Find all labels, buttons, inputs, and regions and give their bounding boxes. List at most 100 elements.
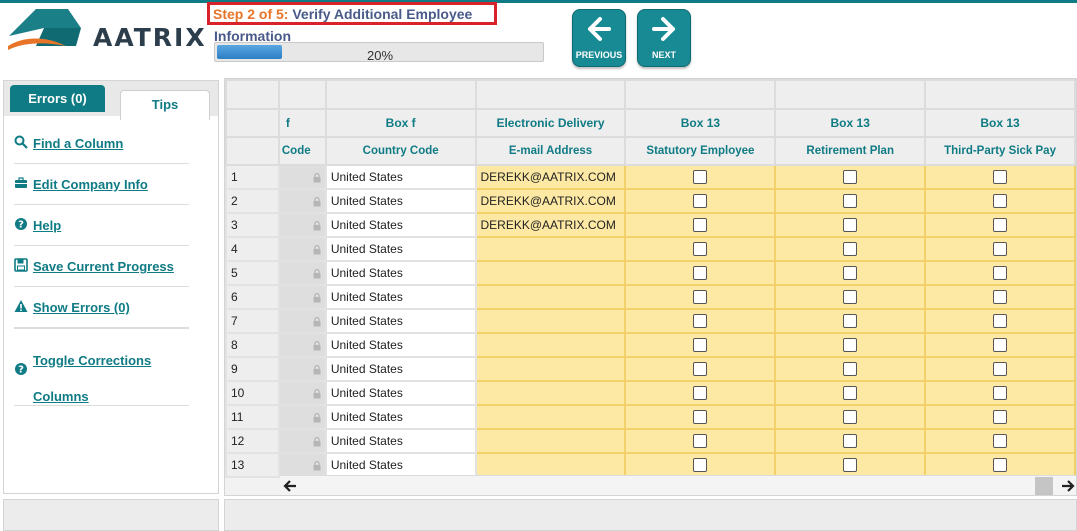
- column-header[interactable]: Box f: [324, 108, 477, 138]
- tip-help[interactable]: ? Help: [14, 205, 189, 246]
- checkbox-cell: [924, 188, 1076, 214]
- statutory-employee-checkbox[interactable]: [693, 290, 708, 305]
- scroll-left-icon[interactable]: [283, 478, 299, 494]
- country-code-cell[interactable]: United States: [324, 428, 477, 454]
- third-party-sick-pay-checkbox[interactable]: [993, 218, 1008, 233]
- third-party-sick-pay-checkbox[interactable]: [993, 170, 1008, 185]
- statutory-employee-checkbox[interactable]: [693, 338, 708, 353]
- statutory-employee-checkbox[interactable]: [693, 242, 708, 257]
- horizontal-scrollbar[interactable]: [280, 475, 1076, 495]
- email-cell[interactable]: [474, 356, 627, 382]
- tip-label: Show Errors (0): [33, 300, 130, 315]
- statutory-employee-checkbox[interactable]: [693, 170, 708, 185]
- tab-tips[interactable]: Tips: [120, 90, 210, 120]
- column-header[interactable]: Country Code: [324, 136, 477, 166]
- column-header[interactable]: Statutory Employee: [624, 136, 777, 166]
- third-party-sick-pay-checkbox[interactable]: [993, 242, 1008, 257]
- next-button[interactable]: NEXT: [637, 9, 691, 67]
- column-header[interactable]: Retirement Plan: [774, 136, 927, 166]
- third-party-sick-pay-checkbox[interactable]: [993, 338, 1008, 353]
- third-party-sick-pay-checkbox[interactable]: [993, 266, 1008, 281]
- email-cell[interactable]: [474, 452, 627, 478]
- column-header[interactable]: f: [277, 108, 327, 138]
- retirement-plan-checkbox[interactable]: [843, 410, 858, 425]
- statutory-employee-checkbox[interactable]: [693, 386, 708, 401]
- email-cell[interactable]: [474, 380, 627, 406]
- country-code-cell[interactable]: United States: [324, 308, 477, 334]
- country-code-cell[interactable]: United States: [324, 404, 477, 430]
- statutory-employee-checkbox[interactable]: [693, 314, 708, 329]
- tab-errors[interactable]: Errors (0): [10, 85, 105, 112]
- statutory-employee-checkbox[interactable]: [693, 266, 708, 281]
- email-cell[interactable]: [474, 332, 627, 358]
- scrollbar-thumb[interactable]: [1035, 477, 1053, 495]
- tip-toggle-corrections[interactable]: ? Toggle Corrections Columns: [14, 328, 189, 406]
- retirement-plan-checkbox[interactable]: [843, 434, 858, 449]
- statutory-employee-checkbox[interactable]: [693, 194, 708, 209]
- retirement-plan-checkbox[interactable]: [843, 170, 858, 185]
- third-party-sick-pay-checkbox[interactable]: [993, 290, 1008, 305]
- email-cell[interactable]: [474, 428, 627, 454]
- retirement-plan-checkbox[interactable]: [843, 218, 858, 233]
- row-number: 11: [225, 404, 280, 430]
- statutory-employee-checkbox[interactable]: [693, 434, 708, 449]
- row-number: 2: [225, 188, 280, 214]
- retirement-plan-checkbox[interactable]: [843, 386, 858, 401]
- third-party-sick-pay-checkbox[interactable]: [993, 194, 1008, 209]
- country-code-cell[interactable]: United States: [324, 284, 477, 310]
- third-party-sick-pay-checkbox[interactable]: [993, 410, 1008, 425]
- email-cell[interactable]: DEREKK@AATRIX.COM: [474, 212, 627, 238]
- country-code-cell[interactable]: United States: [324, 452, 477, 478]
- third-party-sick-pay-checkbox[interactable]: [993, 458, 1008, 473]
- third-party-sick-pay-checkbox[interactable]: [993, 314, 1008, 329]
- country-code-cell[interactable]: United States: [324, 236, 477, 262]
- retirement-plan-checkbox[interactable]: [843, 266, 858, 281]
- column-header[interactable]: Electronic Delivery: [474, 108, 627, 138]
- retirement-plan-checkbox[interactable]: [843, 338, 858, 353]
- country-code-cell[interactable]: United States: [324, 212, 477, 238]
- email-cell[interactable]: [474, 236, 627, 262]
- retirement-plan-checkbox[interactable]: [843, 242, 858, 257]
- checkbox-cell: [624, 380, 777, 406]
- country-code-cell[interactable]: United States: [324, 380, 477, 406]
- email-cell[interactable]: [474, 284, 627, 310]
- logo-wordmark: AATRIX: [93, 23, 207, 52]
- retirement-plan-checkbox[interactable]: [843, 362, 858, 377]
- third-party-sick-pay-checkbox[interactable]: [993, 386, 1008, 401]
- scroll-right-icon[interactable]: [1059, 478, 1075, 494]
- tip-show-errors[interactable]: Show Errors (0): [14, 287, 189, 328]
- column-header[interactable]: Code: [277, 136, 327, 166]
- country-code-cell[interactable]: United States: [324, 332, 477, 358]
- column-header[interactable]: Third-Party Sick Pay: [924, 136, 1076, 166]
- email-cell[interactable]: [474, 404, 627, 430]
- tip-find-column[interactable]: Find a Column: [14, 123, 189, 164]
- retirement-plan-checkbox[interactable]: [843, 290, 858, 305]
- tip-save-progress[interactable]: Save Current Progress: [14, 246, 189, 287]
- email-cell[interactable]: DEREKK@AATRIX.COM: [474, 188, 627, 214]
- statutory-employee-checkbox[interactable]: [693, 362, 708, 377]
- third-party-sick-pay-checkbox[interactable]: [993, 362, 1008, 377]
- country-code-cell[interactable]: United States: [324, 188, 477, 214]
- retirement-plan-checkbox[interactable]: [843, 314, 858, 329]
- country-code-cell[interactable]: United States: [324, 164, 477, 190]
- column-header[interactable]: Box 13: [624, 108, 777, 138]
- tip-edit-company[interactable]: Edit Company Info: [14, 164, 189, 205]
- country-code-cell[interactable]: United States: [324, 260, 477, 286]
- retirement-plan-checkbox[interactable]: [843, 194, 858, 209]
- previous-button[interactable]: PREVIOUS: [572, 9, 626, 67]
- previous-label: PREVIOUS: [575, 50, 623, 60]
- statutory-employee-checkbox[interactable]: [693, 410, 708, 425]
- third-party-sick-pay-checkbox[interactable]: [993, 434, 1008, 449]
- country-code-cell[interactable]: United States: [324, 356, 477, 382]
- column-header[interactable]: Box 13: [924, 108, 1076, 138]
- column-header[interactable]: E-mail Address: [474, 136, 627, 166]
- row-number: 4: [225, 236, 280, 262]
- column-header[interactable]: Box 13: [774, 108, 927, 138]
- tip-label: Save Current Progress: [33, 259, 174, 274]
- email-cell[interactable]: [474, 308, 627, 334]
- statutory-employee-checkbox[interactable]: [693, 458, 708, 473]
- retirement-plan-checkbox[interactable]: [843, 458, 858, 473]
- statutory-employee-checkbox[interactable]: [693, 218, 708, 233]
- email-cell[interactable]: DEREKK@AATRIX.COM: [474, 164, 627, 190]
- email-cell[interactable]: [474, 260, 627, 286]
